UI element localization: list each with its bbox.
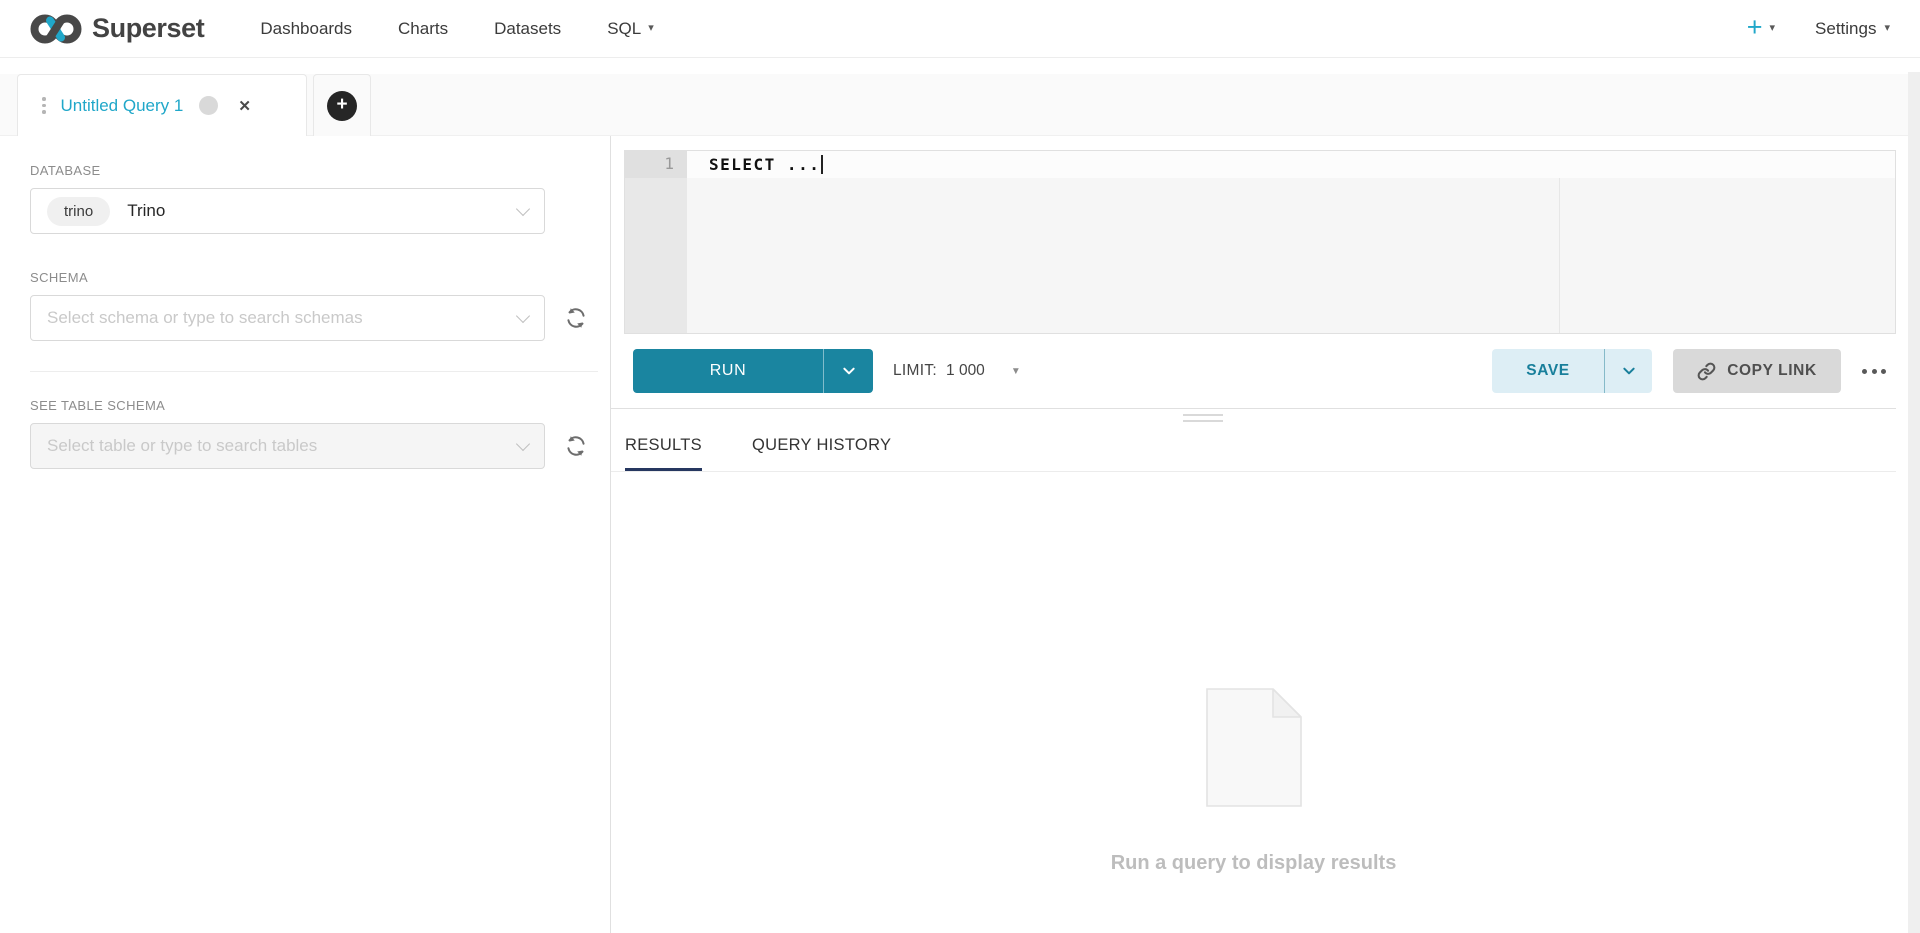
nav-item-charts[interactable]: Charts <box>398 19 448 39</box>
limit-value: 1 000 <box>946 362 985 380</box>
empty-document-icon <box>1206 688 1302 807</box>
query-status-dot <box>199 96 218 115</box>
database-value: Trino <box>127 201 165 221</box>
superset-logo[interactable]: Superset <box>30 11 204 47</box>
more-actions-button[interactable] <box>1860 363 1888 380</box>
limit-label: LIMIT: <box>893 362 937 380</box>
code-text: SELECT ... <box>709 155 820 174</box>
sidebar-divider <box>30 371 598 372</box>
sqllab-left-panel: DATABASE trino Trino SCHEMA Select schem… <box>0 136 611 933</box>
plus-icon: + <box>1747 14 1763 41</box>
query-tab-bar: Untitled Query 1 ✕ + <box>0 74 1920 136</box>
nav-item-sql[interactable]: SQL ▾ <box>607 19 654 39</box>
save-split-button: SAVE <box>1492 349 1652 393</box>
link-icon <box>1697 362 1716 381</box>
table-select[interactable]: Select table or type to search tables <box>30 423 545 469</box>
top-navbar: Superset Dashboards Charts Datasets SQL … <box>0 0 1920 58</box>
chevron-down-icon: ▾ <box>648 23 654 34</box>
database-type-badge: trino <box>47 197 110 226</box>
brand-name: Superset <box>92 13 204 44</box>
primary-nav: Dashboards Charts Datasets SQL ▾ <box>260 19 653 39</box>
tab-untitled-query-1[interactable]: Untitled Query 1 ✕ <box>17 74 307 136</box>
print-margin-ruler <box>1559 178 1560 333</box>
see-table-schema-label: SEE TABLE SCHEMA <box>30 398 610 413</box>
superset-infinity-icon <box>30 11 82 47</box>
refresh-schemas-button[interactable] <box>563 305 589 331</box>
active-line-highlight <box>687 151 1895 178</box>
chevron-down-icon <box>841 363 857 379</box>
toolbar-right: SAVE COPY LINK <box>1492 349 1896 393</box>
chevron-down-icon: ▾ <box>1770 23 1776 34</box>
refresh-icon <box>564 434 588 458</box>
chevron-down-icon <box>516 201 530 215</box>
results-tab-bar: RESULTS QUERY HISTORY <box>611 436 1896 472</box>
close-tab-icon[interactable]: ✕ <box>238 97 251 115</box>
tab-results[interactable]: RESULTS <box>625 436 702 471</box>
sqllab-main-panel: 1 SELECT ... RUN LIMIT: 1 000 ▼ SAVE <box>611 136 1920 933</box>
results-empty-state: Run a query to display results <box>611 688 1896 875</box>
line-number: 1 <box>625 151 687 178</box>
caret-down-icon: ▼ <box>1011 366 1021 377</box>
schema-select[interactable]: Select schema or type to search schemas <box>30 295 545 341</box>
add-tab-button[interactable]: + <box>313 74 371 136</box>
drag-handle-icon[interactable] <box>42 97 46 114</box>
chevron-down-icon <box>516 308 530 322</box>
run-split-button: RUN <box>633 349 873 393</box>
nav-label: Charts <box>398 19 448 39</box>
empty-state-message: Run a query to display results <box>611 852 1896 875</box>
schema-placeholder: Select schema or type to search schemas <box>47 308 363 328</box>
query-tab-title: Untitled Query 1 <box>61 96 184 116</box>
run-options-button[interactable] <box>823 349 873 393</box>
run-button[interactable]: RUN <box>633 349 823 393</box>
settings-dropdown[interactable]: Settings ▾ <box>1815 19 1890 39</box>
settings-label: Settings <box>1815 19 1876 39</box>
copy-link-button[interactable]: COPY LINK <box>1673 349 1841 393</box>
nav-label: SQL <box>607 19 641 39</box>
schema-label: SCHEMA <box>30 270 610 285</box>
nav-item-dashboards[interactable]: Dashboards <box>260 19 352 39</box>
page-scrollbar[interactable] <box>1908 72 1920 933</box>
editor-gutter: 1 <box>625 151 687 333</box>
editor-toolbar: RUN LIMIT: 1 000 ▼ SAVE COPY LINK <box>611 334 1896 409</box>
panel-resize-handle[interactable] <box>1183 414 1223 422</box>
nav-item-datasets[interactable]: Datasets <box>494 19 561 39</box>
chevron-down-icon: ▾ <box>1884 23 1890 34</box>
tab-query-history[interactable]: QUERY HISTORY <box>752 436 891 471</box>
refresh-tables-button[interactable] <box>563 433 589 459</box>
nav-label: Datasets <box>494 19 561 39</box>
database-label: DATABASE <box>30 163 610 178</box>
table-placeholder: Select table or type to search tables <box>47 436 317 456</box>
sql-editor[interactable]: 1 SELECT ... <box>624 150 1896 334</box>
editor-code[interactable]: SELECT ... <box>709 155 823 174</box>
save-options-button[interactable] <box>1604 349 1652 393</box>
save-button[interactable]: SAVE <box>1492 349 1604 393</box>
chevron-down-icon <box>1621 363 1637 379</box>
nav-label: Dashboards <box>260 19 352 39</box>
new-item-dropdown[interactable]: + ▾ <box>1747 17 1775 41</box>
plus-circle-icon: + <box>327 91 357 121</box>
refresh-icon <box>564 306 588 330</box>
database-select[interactable]: trino Trino <box>30 188 545 234</box>
limit-dropdown[interactable]: LIMIT: 1 000 ▼ <box>893 362 1021 380</box>
navbar-right: + ▾ Settings ▾ <box>1747 17 1890 41</box>
copy-link-label: COPY LINK <box>1727 362 1817 380</box>
text-cursor <box>821 155 823 174</box>
chevron-down-icon <box>516 436 530 450</box>
